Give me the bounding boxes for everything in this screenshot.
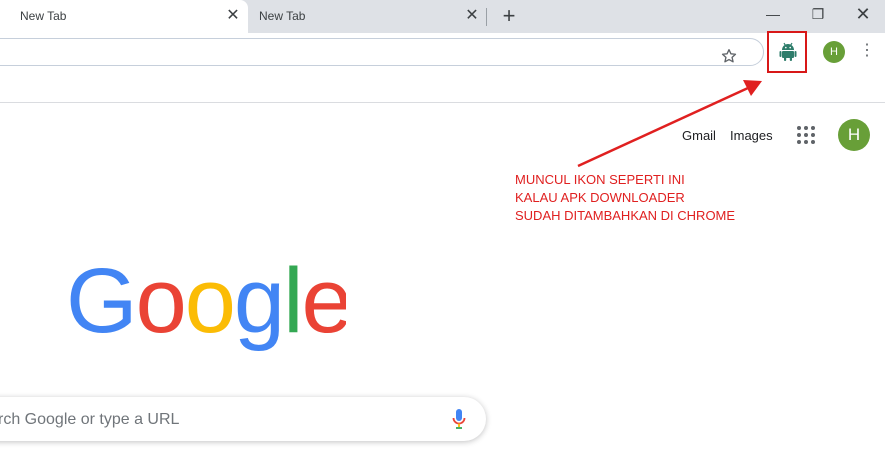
close-window-button[interactable]: ✕ [842,0,884,30]
tab-title: New Tab [259,9,306,23]
search-box[interactable]: rch Google or type a URL [0,397,486,441]
star-icon[interactable] [721,48,737,64]
maximize-button[interactable]: ❐ [797,0,839,30]
annotation-line: SUDAH DITAMBAHKAN DI CHROME [515,208,736,223]
android-icon[interactable] [779,42,797,62]
tab-strip: New Tab ✕ New Tab ✕ + — ❐ ✕ [0,0,885,33]
profile-avatar-button[interactable]: H [823,41,845,63]
tab-separator [486,8,487,26]
address-bar-input[interactable] [11,44,715,61]
annotation-text: MUNCUL IKON SEPERTI INI KALAU APK DOWNLO… [515,171,735,225]
logo-letter-e: e [302,262,346,352]
logo-letter-l: l [283,262,301,352]
google-logo: Google [66,262,346,352]
google-account-avatar[interactable]: H [838,119,870,151]
minimize-button[interactable]: — [752,0,794,30]
apps-grid-icon[interactable] [797,126,815,144]
images-link[interactable]: Images [730,128,773,143]
annotation-line: KALAU APK DOWNLOADER [515,190,685,205]
new-tab-button[interactable]: + [498,5,520,27]
logo-letter-g: G [66,262,136,352]
browser-toolbar: H ⋮ [0,31,885,103]
tab-close-icon[interactable]: ✕ [462,6,482,26]
mic-icon[interactable] [451,408,467,430]
logo-letter-o: o [185,262,234,352]
tab-title: New Tab [20,9,67,23]
gmail-link[interactable]: Gmail [682,128,716,143]
annotation-line: MUNCUL IKON SEPERTI INI [515,172,685,187]
omnibox[interactable] [0,38,764,66]
logo-letter-o: o [136,262,185,352]
chrome-menu-button[interactable]: ⋮ [858,40,876,64]
tab-close-icon[interactable]: ✕ [223,6,243,26]
tab-new-tab-active[interactable]: New Tab ✕ [0,0,248,33]
svg-text:Google: Google [66,262,346,352]
tab-new-tab[interactable]: New Tab ✕ [248,0,488,33]
logo-letter-g: g [234,262,283,352]
search-placeholder: rch Google or type a URL [0,411,180,428]
